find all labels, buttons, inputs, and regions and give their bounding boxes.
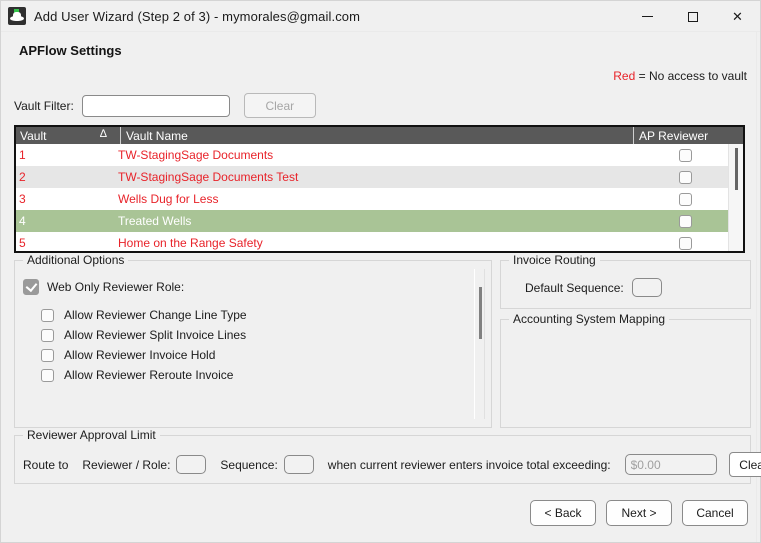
ap-reviewer-checkbox[interactable] [678,214,692,228]
ap-reviewer-checkbox[interactable] [678,192,692,206]
default-sequence-label: Default Sequence: [525,280,624,295]
vault-grid-header: Vault ∆ Vault Name AP Reviewer [16,127,743,144]
ap-reviewer-checkbox[interactable] [678,148,692,162]
next-button[interactable]: Next > [606,500,672,526]
vault-grid-scrollbar-thumb[interactable] [735,148,738,190]
ap-reviewer-checkbox[interactable] [678,236,692,250]
wizard-navigation-buttons: < Back Next > Cancel [530,500,748,526]
window-title: Add User Wizard (Step 2 of 3) - mymorale… [34,8,361,24]
ap-reviewer-checkbox[interactable] [678,170,692,184]
reviewer-role-label: Reviewer / Role: [82,457,171,472]
reviewer-approval-limit-legend: Reviewer Approval Limit [23,428,160,442]
add-user-wizard-window: Add User Wizard (Step 2 of 3) - mymorale… [0,0,761,543]
vault-filter-input[interactable] [81,94,230,117]
approval-condition-text: when current reviewer enters invoice tot… [327,457,611,472]
maximize-icon[interactable] [670,1,715,32]
table-row[interactable]: 4 Treated Wells [16,210,743,232]
ap-reviewer-cell [629,214,741,228]
clear-filter-button[interactable]: Clear [243,93,316,118]
close-icon[interactable]: ✕ [715,1,760,32]
additional-options-scrollbar-thumb[interactable] [479,287,482,339]
web-only-reviewer-role-label: Web Only Reviewer Role: [47,280,185,294]
vault-filter-label: Vault Filter: [14,98,74,113]
reviewer-permission-label: Allow Reviewer Change Line Type [64,308,247,322]
sequence-label: Sequence: [220,457,278,472]
reviewer-permission-label: Allow Reviewer Reroute Invoice [64,368,234,382]
vault-name-cell: TW-StagingSage Documents Test [118,170,299,184]
table-row[interactable]: 2 TW-StagingSage Documents Test [16,166,743,188]
reviewer-permission-option[interactable]: Allow Reviewer Split Invoice Lines [41,325,247,345]
minimize-icon[interactable] [625,1,670,32]
no-access-legend: Red = No access to vault [613,69,747,83]
sequence-input[interactable] [283,455,314,474]
additional-options-scrollbar[interactable] [474,269,485,419]
title-bar: Add User Wizard (Step 2 of 3) - mymorale… [1,1,760,32]
invoice-routing-panel: Invoice Routing Default Sequence: [500,253,751,309]
column-header-vault-label: Vault [20,128,47,143]
web-only-reviewer-role-option[interactable]: Web Only Reviewer Role: [23,279,184,295]
vault-grid-scrollbar[interactable] [728,144,743,251]
reviewer-approval-limit-panel: Reviewer Approval Limit Route to Reviewe… [14,428,761,484]
approval-amount-input[interactable] [624,454,717,475]
vault-grid-body: 1 TW-StagingSage Documents 2 TW-StagingSage… [16,144,743,251]
reviewer-permission-checkbox[interactable] [41,308,54,322]
vault-id-cell: 2 [19,170,26,184]
column-header-ap-reviewer[interactable]: AP Reviewer [633,127,743,144]
clear-approval-limit-button[interactable]: Clear [728,452,761,477]
vault-id-cell: 4 [19,214,26,228]
column-header-vault-name[interactable]: Vault Name [120,127,633,144]
ap-reviewer-cell [629,192,741,206]
table-row[interactable]: 5 Home on the Range Safety [16,232,743,251]
legend-text: = No access to vault [638,69,747,83]
back-button[interactable]: < Back [530,500,596,526]
vault-name-cell: Treated Wells [118,214,192,228]
reviewer-permission-checkbox[interactable] [41,328,54,342]
default-sequence-row: Default Sequence: [525,278,662,297]
vault-id-cell: 1 [19,148,26,162]
vault-grid: Vault ∆ Vault Name AP Reviewer 1 TW-Stagi… [14,125,745,253]
cancel-button[interactable]: Cancel [682,500,748,526]
vault-id-cell: 3 [19,192,26,206]
default-sequence-input[interactable] [631,278,662,297]
table-row[interactable]: 3 Wells Dug for Less [16,188,743,210]
accounting-system-mapping-legend: Accounting System Mapping [509,312,670,326]
vault-id-cell: 5 [19,236,26,250]
approval-limit-row: Route to Reviewer / Role: Sequence: when… [23,452,761,477]
reviewer-permission-label: Allow Reviewer Split Invoice Lines [64,328,247,342]
reviewer-permission-checkbox[interactable] [41,368,54,382]
vault-filter-row: Vault Filter: Clear [14,93,316,118]
column-header-vault-name-label: Vault Name [126,128,188,143]
reviewer-permission-checkbox[interactable] [41,348,54,362]
reviewer-permission-option[interactable]: Allow Reviewer Reroute Invoice [41,365,247,385]
vault-name-cell: Home on the Range Safety [118,236,263,250]
reviewer-permission-option[interactable]: Allow Reviewer Change Line Type [41,305,247,325]
additional-options-panel: Additional Options Web Only Reviewer Rol… [14,253,492,428]
ap-reviewer-cell [629,170,741,184]
wizard-footer: < Back Next > Cancel [1,487,760,542]
table-row[interactable]: 1 TW-StagingSage Documents [16,144,743,166]
route-to-label: Route to [23,457,69,472]
window-controls: ✕ [625,1,760,32]
accounting-system-mapping-panel: Accounting System Mapping [500,312,751,428]
page-title: APFlow Settings [19,43,122,58]
web-only-reviewer-role-checkbox[interactable] [23,279,39,295]
ap-reviewer-cell [629,148,741,162]
reviewer-permission-list: Allow Reviewer Change Line Type Allow Rev… [41,305,247,385]
invoice-routing-legend: Invoice Routing [509,253,600,267]
column-header-ap-reviewer-label: AP Reviewer [639,128,709,143]
reviewer-permission-label: Allow Reviewer Invoice Hold [64,348,216,362]
additional-options-legend: Additional Options [23,253,129,267]
vault-name-cell: TW-StagingSage Documents [118,148,274,162]
ap-reviewer-cell [629,236,741,250]
vault-name-cell: Wells Dug for Less [118,192,219,206]
app-logo-icon [8,7,26,25]
reviewer-role-input[interactable] [176,455,207,474]
legend-keyword: Red [613,69,636,83]
reviewer-permission-option[interactable]: Allow Reviewer Invoice Hold [41,345,247,365]
